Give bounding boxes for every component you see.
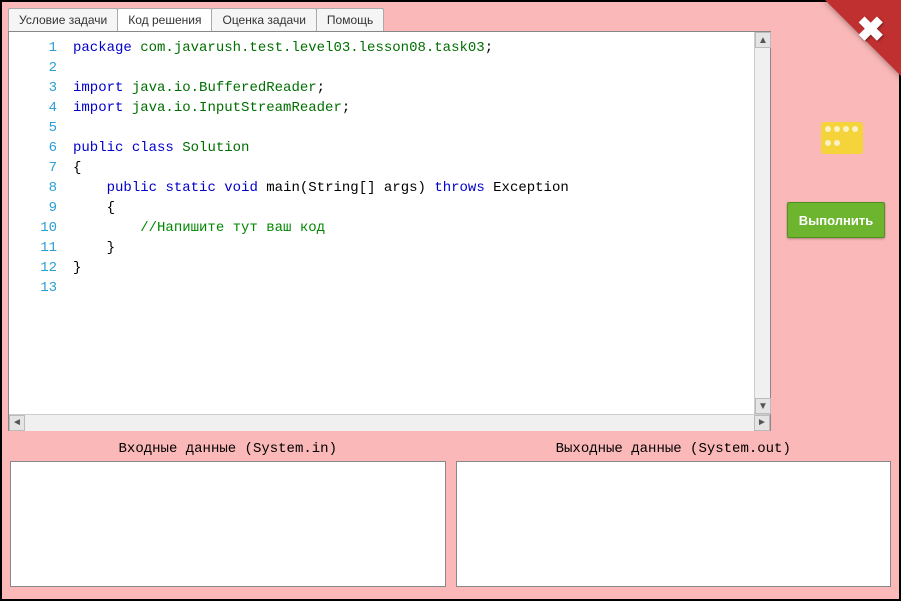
output-box[interactable] bbox=[456, 461, 892, 587]
ticket-icon[interactable] bbox=[821, 122, 863, 154]
code-line[interactable]: import java.io.InputStreamReader; bbox=[73, 98, 770, 118]
line-number: 11 bbox=[9, 238, 57, 258]
line-number: 13 bbox=[9, 278, 57, 298]
scroll-left-icon[interactable]: ◄ bbox=[9, 415, 25, 431]
code-line[interactable]: { bbox=[73, 158, 770, 178]
line-number: 5 bbox=[9, 118, 57, 138]
output-label: Выходные данные (System.out) bbox=[456, 437, 892, 461]
scroll-up-icon[interactable]: ▲ bbox=[755, 32, 771, 48]
scroll-right-icon[interactable]: ► bbox=[754, 415, 770, 431]
line-number: 3 bbox=[9, 78, 57, 98]
code-line[interactable]: public static void main(String[] args) t… bbox=[73, 178, 770, 198]
io-panels: Входные данные (System.in) Выходные данн… bbox=[2, 437, 899, 595]
tab-bar: Условие задачи Код решения Оценка задачи… bbox=[2, 2, 899, 31]
code-line[interactable] bbox=[73, 58, 770, 78]
line-number: 7 bbox=[9, 158, 57, 178]
run-button[interactable]: Выполнить bbox=[787, 202, 885, 238]
line-numbers: 12345678910111213 bbox=[9, 32, 65, 414]
code-line[interactable] bbox=[73, 118, 770, 138]
line-number: 1 bbox=[9, 38, 57, 58]
code-line[interactable]: package com.javarush.test.level03.lesson… bbox=[73, 38, 770, 58]
line-number: 10 bbox=[9, 218, 57, 238]
code-editor[interactable]: 12345678910111213 package com.javarush.t… bbox=[8, 31, 771, 431]
horizontal-scrollbar[interactable]: ◄ ► bbox=[9, 414, 770, 430]
code-line[interactable]: } bbox=[73, 238, 770, 258]
code-line[interactable]: } bbox=[73, 258, 770, 278]
line-number: 4 bbox=[9, 98, 57, 118]
tab-help[interactable]: Помощь bbox=[316, 8, 384, 31]
tab-code[interactable]: Код решения bbox=[117, 8, 212, 31]
tab-task[interactable]: Условие задачи bbox=[8, 8, 118, 31]
line-number: 8 bbox=[9, 178, 57, 198]
tab-grade[interactable]: Оценка задачи bbox=[211, 8, 316, 31]
line-number: 9 bbox=[9, 198, 57, 218]
vertical-scrollbar[interactable]: ▲ ▼ bbox=[754, 32, 770, 414]
line-number: 6 bbox=[9, 138, 57, 158]
close-icon[interactable]: ✖ bbox=[857, 10, 886, 50]
code-line[interactable]: import java.io.BufferedReader; bbox=[73, 78, 770, 98]
line-number: 2 bbox=[9, 58, 57, 78]
code-line[interactable] bbox=[73, 278, 770, 298]
code-line[interactable]: public class Solution bbox=[73, 138, 770, 158]
scroll-down-icon[interactable]: ▼ bbox=[755, 398, 771, 414]
input-box[interactable] bbox=[10, 461, 446, 587]
input-label: Входные данные (System.in) bbox=[10, 437, 446, 461]
code-area[interactable]: package com.javarush.test.level03.lesson… bbox=[65, 32, 770, 414]
code-line[interactable]: { bbox=[73, 198, 770, 218]
line-number: 12 bbox=[9, 258, 57, 278]
code-line[interactable]: //Напишите тут ваш код bbox=[73, 218, 770, 238]
